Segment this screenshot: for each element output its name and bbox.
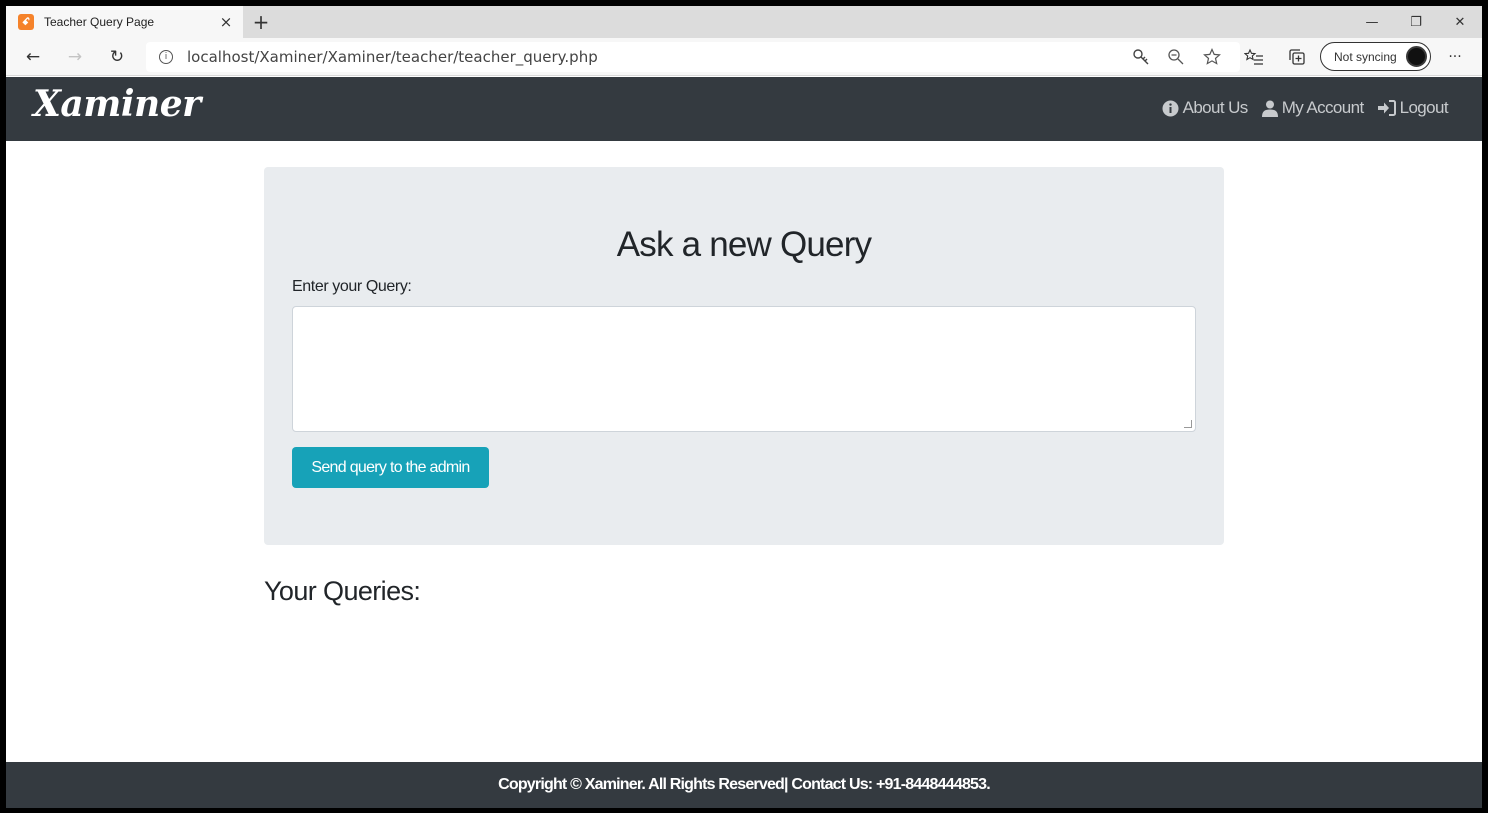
site-navbar: Xaminer About Us My Account Logout [6, 77, 1482, 141]
forward-button[interactable]: → [63, 45, 87, 69]
site-footer: Copyright © Xaminer. All Rights Reserved… [6, 762, 1482, 808]
query-form-title: Ask a new Query [616, 225, 872, 264]
query-form-panel: Ask a new Query Enter your Query: Send q… [264, 167, 1224, 545]
browser-window: ꗃ Teacher Query Page × + — ❐ ✕ ← → ↻ i l… [6, 6, 1482, 808]
brand-logo[interactable]: Xaminer [33, 83, 201, 125]
restore-button[interactable]: ❐ [1394, 6, 1438, 38]
tab-strip: ꗃ Teacher Query Page × + — ❐ ✕ [6, 6, 1482, 38]
profile-avatar [1406, 46, 1427, 67]
url-text[interactable]: localhost/Xaminer/Xaminer/teacher/teache… [187, 48, 598, 66]
tab-close-icon[interactable]: × [217, 13, 235, 31]
sync-label: Not syncing [1334, 49, 1397, 64]
xampp-icon: ꗃ [18, 14, 34, 30]
nav-logout-label: Logout [1399, 98, 1449, 117]
favorite-star-icon[interactable] [1203, 48, 1221, 71]
tab-title: Teacher Query Page [44, 15, 155, 29]
query-label: Enter your Query: [292, 278, 412, 295]
nav-my-account-label: My Account [1281, 98, 1364, 117]
info-circle-icon [1162, 100, 1179, 117]
browser-toolbar: ← → ↻ i localhost/Xaminer/Xaminer/teache… [6, 38, 1482, 76]
footer-copyright: Copyright © Xaminer. All Rights Reserved… [498, 776, 991, 793]
zoom-out-icon[interactable] [1167, 48, 1185, 71]
address-bar[interactable]: i localhost/Xaminer/Xaminer/teacher/teac… [146, 42, 1240, 72]
favorites-list-icon[interactable] [1242, 45, 1266, 69]
send-query-button[interactable]: Send query to the admin [292, 447, 489, 488]
collections-icon[interactable] [1285, 45, 1309, 69]
refresh-button[interactable]: ↻ [105, 45, 129, 69]
nav-logout[interactable]: Logout [1377, 98, 1449, 118]
new-tab-button[interactable]: + [249, 10, 273, 34]
back-button[interactable]: ← [21, 45, 45, 69]
nav-my-account[interactable]: My Account [1261, 98, 1364, 118]
close-window-button[interactable]: ✕ [1438, 6, 1482, 38]
nav-about-us-label: About Us [1182, 98, 1249, 117]
query-textarea[interactable] [292, 306, 1196, 432]
key-icon[interactable] [1132, 48, 1150, 71]
sign-out-icon [1377, 100, 1396, 116]
resize-grip-icon[interactable] [1184, 420, 1192, 428]
minimize-button[interactable]: — [1350, 6, 1394, 38]
nav-about-us[interactable]: About Us [1162, 98, 1248, 118]
profile-sync-button[interactable]: Not syncing [1320, 42, 1431, 71]
site-info-icon[interactable]: i [159, 50, 173, 64]
nav-links: About Us My Account Logout [1162, 98, 1449, 118]
your-queries-heading: Your Queries: [264, 576, 421, 606]
browser-tab[interactable]: ꗃ Teacher Query Page × [6, 6, 243, 38]
more-menu-button[interactable]: ··· [1443, 45, 1467, 69]
user-icon [1261, 100, 1278, 117]
